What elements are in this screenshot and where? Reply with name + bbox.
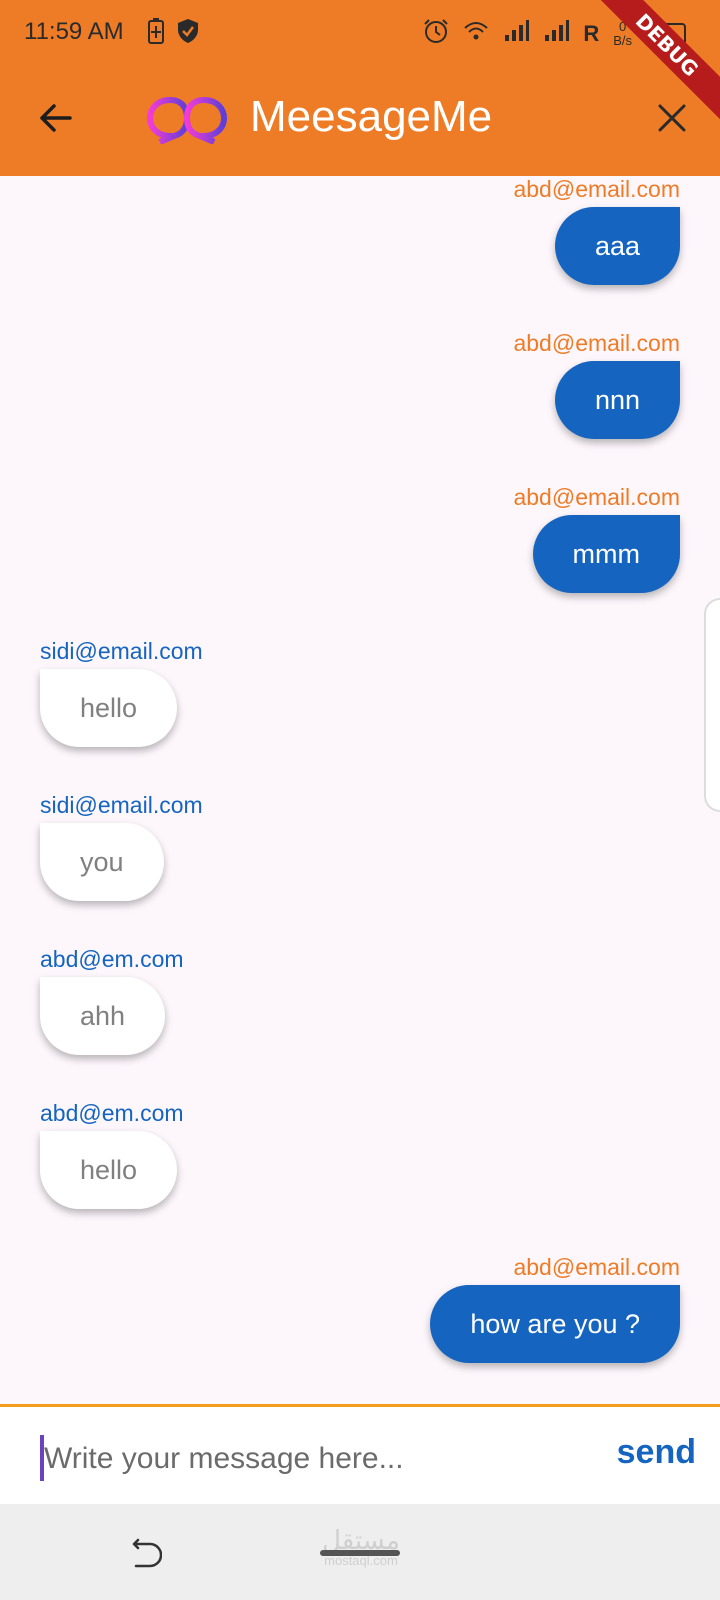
message-item: abd@email.com how are you ?	[430, 1254, 680, 1363]
system-nav-bar: مستقل mostaql.com	[0, 1504, 720, 1600]
nav-home-handle[interactable]	[320, 1550, 400, 1556]
message-bubble: how are you ?	[430, 1285, 680, 1363]
message-item: sidi@email.com you	[40, 792, 203, 901]
message-item: abd@em.com ahh	[40, 946, 184, 1055]
message-bubble: hello	[40, 669, 178, 747]
app-logo-icon	[146, 92, 228, 145]
message-sender: abd@email.com	[513, 484, 680, 510]
shield-icon	[176, 18, 200, 49]
message-bubble: nnn	[554, 361, 680, 439]
message-list[interactable]: abd@email.com aaa abd@email.com nnn abd@…	[0, 176, 720, 1404]
message-bubble: you	[40, 823, 164, 901]
message-bubble: ahh	[40, 977, 166, 1055]
message-sender: sidi@email.com	[40, 792, 203, 818]
alarm-icon	[423, 18, 449, 49]
message-input[interactable]	[42, 1429, 586, 1489]
message-sender: abd@email.com	[513, 1254, 680, 1280]
message-bubble: hello	[40, 1131, 178, 1209]
message-sender: abd@email.com	[513, 330, 680, 356]
watermark-url: mostaql.com	[324, 1553, 398, 1568]
edge-panel-handle[interactable]	[704, 598, 720, 812]
watermark: مستقل mostaql.com	[316, 1528, 406, 1568]
status-time: 11:59 AM	[24, 18, 124, 45]
nav-back-icon	[132, 1538, 163, 1568]
signal-icon	[503, 20, 530, 47]
nav-back-button[interactable]	[128, 1538, 163, 1572]
app-title: MeesageMe	[250, 92, 493, 141]
arrow-back-icon	[40, 104, 72, 132]
message-item: abd@email.com mmm	[513, 484, 680, 593]
message-item: abd@email.com nnn	[513, 330, 680, 439]
status-left-icons	[148, 18, 200, 49]
signal-icon	[543, 20, 570, 47]
close-button[interactable]	[654, 100, 690, 136]
message-item: sidi@email.com hello	[40, 638, 203, 747]
message-sender: abd@em.com	[40, 1100, 184, 1126]
message-sender: abd@email.com	[513, 176, 680, 202]
send-button[interactable]: send	[617, 1433, 696, 1472]
message-item: abd@em.com hello	[40, 1100, 184, 1209]
message-item: abd@email.com aaa	[513, 176, 680, 285]
message-sender: sidi@email.com	[40, 638, 203, 664]
app-header: 11:59 AM R 0 B/s 44 DEBUG	[0, 0, 720, 176]
roaming-indicator: R	[583, 20, 600, 46]
back-button[interactable]	[36, 98, 76, 138]
message-sender: abd@em.com	[40, 946, 184, 972]
net-speed-unit: B/s	[613, 32, 632, 48]
battery-charging-icon	[148, 18, 164, 49]
message-bubble: mmm	[532, 515, 680, 593]
close-icon	[658, 104, 686, 132]
message-bubble: aaa	[554, 207, 680, 285]
wifi-icon	[463, 20, 489, 47]
message-composer: send	[0, 1404, 720, 1504]
